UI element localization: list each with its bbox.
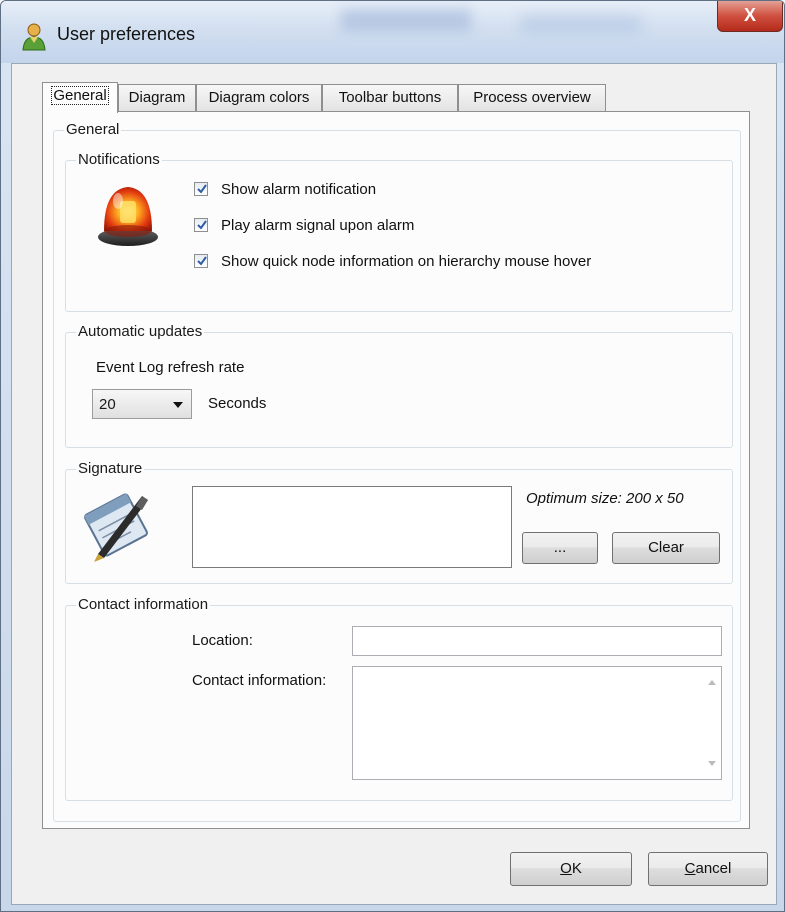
checkbox-checked[interactable] [194,218,208,232]
ok-accelerator: O [560,860,572,877]
tab-toolbar-buttons[interactable]: Toolbar buttons [322,84,458,111]
tab-diagram-colors[interactable]: Diagram colors [196,84,322,111]
seconds-label: Seconds [208,395,267,412]
title-bar[interactable]: User preferences X [1,1,784,63]
signature-size-hint: Optimum size: 200 x 50 [526,490,684,507]
close-icon: X [743,5,756,25]
user-preferences-window: User preferences X General Diagram Diagr… [0,0,785,912]
location-label: Location: [192,632,253,649]
checkbox-checked[interactable] [194,182,208,196]
show-quick-node-info-checkbox[interactable]: Show quick node information on hierarchy… [194,251,591,271]
signature-pen-icon [84,493,148,562]
cancel-label: ancel [695,860,732,877]
ok-button[interactable]: OK [510,852,632,886]
show-alarm-notification-checkbox[interactable]: Show alarm notification [194,179,376,199]
browse-signature-button[interactable]: ... [522,532,598,564]
chevron-down-icon [173,402,183,408]
vertical-scrollbar[interactable] [703,668,720,778]
checkbox-checked[interactable] [194,254,208,268]
scroll-up-icon[interactable] [708,680,716,685]
tab-diagram[interactable]: Diagram [118,84,196,111]
refresh-rate-select[interactable]: 20 [92,389,192,419]
tab-process-overview[interactable]: Process overview [458,84,606,111]
window-title: User preferences [57,24,196,44]
signature-group: Signature Optimum size: 200 x 50 ... Cle… [65,459,733,584]
close-button[interactable]: X [717,1,783,32]
location-input[interactable] [352,626,722,656]
contact-information-group: Contact information Location: Contact in… [65,595,733,801]
refresh-rate-value: 20 [99,396,116,413]
check-icon [197,256,207,266]
clear-signature-button[interactable]: Clear [612,532,720,564]
contact-info-textarea[interactable] [352,666,722,780]
automatic-updates-group: Automatic updates Event Log refresh rate… [65,322,733,448]
check-icon [197,184,207,194]
ok-label: K [571,860,582,877]
alarm-beacon-icon [98,187,158,246]
contact-information-legend: Contact information [76,595,211,615]
user-icon [22,23,46,51]
cancel-accelerator: C [684,860,696,877]
notifications-group: Notifications Show alarm notification Pl… [65,150,733,312]
refresh-rate-label: Event Log refresh rate [96,359,245,376]
check-icon [197,220,207,230]
tab-general[interactable]: General [42,82,118,113]
play-alarm-signal-checkbox[interactable]: Play alarm signal upon alarm [194,215,414,235]
general-tab-panel: General Notifications Show alarm notific… [42,111,750,829]
signature-box[interactable] [192,486,512,568]
notifications-legend: Notifications [76,150,162,170]
scroll-down-icon[interactable] [708,761,716,766]
signature-legend: Signature [76,459,145,479]
automatic-updates-legend: Automatic updates [76,322,205,342]
contact-info-label: Contact information: [192,672,327,689]
cancel-button[interactable]: Cancel [648,852,768,886]
dialog-client-area: General Diagram Diagram colors Toolbar b… [11,63,777,905]
general-group-legend: General [64,120,122,140]
